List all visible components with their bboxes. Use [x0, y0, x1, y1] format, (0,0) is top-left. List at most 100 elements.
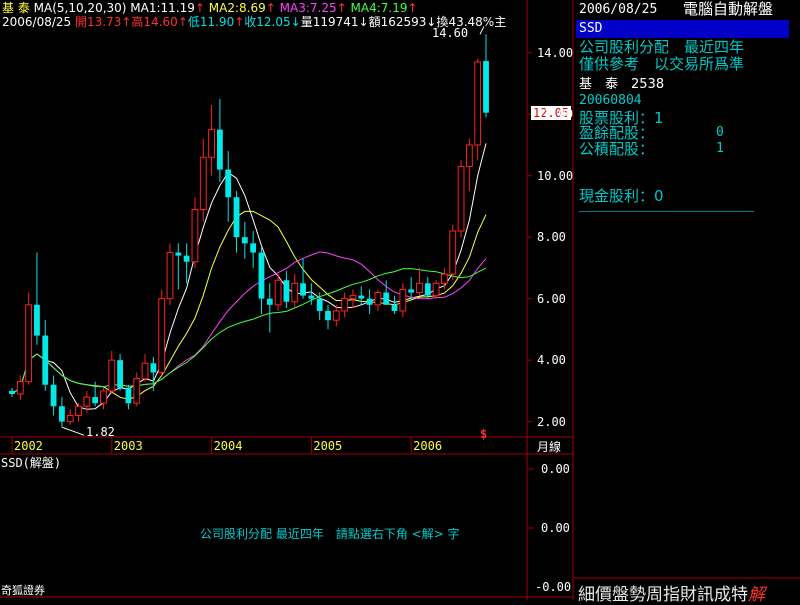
panel-line1: 公司股利分配 最近四年 [579, 38, 745, 56]
candle-body [457, 165, 465, 232]
panel-reserve-value: 1 [716, 141, 724, 156]
candle-body [150, 363, 157, 373]
candle-body [274, 279, 282, 306]
candle-body [416, 282, 423, 294]
y-tick-label: 10.00 [537, 168, 574, 183]
chart-canvas[interactable] [0, 0, 800, 600]
header-tail: 主 [494, 15, 507, 29]
tab-10[interactable]: 解 [748, 585, 765, 605]
ma10-line [11, 210, 487, 400]
ma30-line [11, 267, 487, 395]
tab-8[interactable]: 成 [714, 585, 731, 605]
candle-body [225, 169, 232, 198]
candle-body [358, 295, 365, 299]
candle-body [92, 397, 99, 404]
candle-body [258, 252, 265, 299]
panel-reserve-label: 公積配股： [579, 140, 655, 158]
y-tick-label: 14.00 [537, 45, 574, 60]
tab-9[interactable]: 特 [731, 585, 748, 605]
candle-body [399, 288, 407, 312]
candle-body [474, 61, 482, 146]
candle-body [166, 252, 174, 300]
bottom-tab-bar: 細價盤勢周指財訊成特解 [578, 580, 765, 605]
candle-body [374, 292, 382, 306]
candle-body [108, 359, 116, 392]
panel-code-bar[interactable]: SSD [576, 20, 789, 38]
panel-divider [579, 211, 754, 212]
candle-body [316, 298, 323, 311]
broker-name: 奇狐證券 [1, 584, 45, 597]
candle-body [50, 384, 57, 407]
ma20-line [11, 251, 487, 395]
period-label[interactable]: 月線 [537, 440, 561, 454]
low-value: 低11.90 [187, 15, 235, 29]
y-tick-label: 4.00 [537, 353, 566, 368]
y-tick-label: 8.00 [537, 230, 566, 245]
candle-body [308, 295, 315, 299]
x-tick-label: 2006 [413, 439, 443, 453]
panel-stock: 基 泰 2538 [579, 77, 665, 92]
panel-date: 2006/08/25 [579, 2, 658, 17]
candle-body [291, 282, 299, 303]
candle-body [117, 360, 124, 388]
panel-ref-date: 20060804 [579, 93, 642, 108]
candle-body [199, 156, 207, 211]
candle-body [250, 243, 257, 253]
open-value: 開13.73 [75, 15, 122, 29]
amount-value: 額162593 [368, 15, 427, 29]
max-price-label: 14.60 [432, 26, 469, 40]
tab-5[interactable]: 指 [663, 585, 680, 605]
x-tick-label: 2003 [113, 439, 143, 453]
tab-4[interactable]: 周 [646, 585, 663, 605]
candle-body [141, 362, 149, 380]
candle-body [58, 406, 65, 422]
candle-body [332, 310, 340, 321]
candle-body [66, 414, 74, 423]
lower-tick-label: 0.00 [541, 521, 570, 535]
candle-body [325, 310, 331, 321]
x-tick-label: 2002 [14, 439, 43, 453]
tab-7[interactable]: 訊 [697, 585, 714, 605]
candle-body [42, 335, 49, 385]
lower-pane-title: SSD(解盤) [1, 456, 62, 470]
panel-cash-dividend: 現金股利：0 [579, 187, 664, 205]
candle-body [441, 273, 448, 284]
tab-2[interactable]: 盤 [612, 585, 629, 605]
dividend-marker: $ [480, 427, 488, 441]
min-price-label: 1.82 [86, 425, 115, 439]
ma4-value: MA4:7.19 [350, 1, 408, 15]
candle-body [216, 129, 223, 170]
candle-body [34, 304, 40, 336]
candle-body [300, 283, 306, 296]
candle-body [75, 405, 82, 416]
candle-body [175, 252, 182, 256]
lower-tick-label: 0.00 [541, 462, 570, 476]
candle-body [16, 381, 24, 395]
candle-body [408, 289, 415, 293]
panel-title: 電腦自動解盤 [683, 0, 774, 18]
candle-body [183, 255, 190, 262]
candle-body [83, 396, 91, 407]
ma3-value: MA3:7.25 [279, 1, 337, 15]
close-value: 收12.05 [244, 15, 291, 29]
high-value: 高14.60 [131, 15, 178, 29]
y-tick-label: 6.00 [537, 291, 566, 306]
panel-earnings-value: 0 [716, 125, 724, 140]
tab-1[interactable]: 價 [595, 585, 612, 605]
ma1-value: MA1:11.19 [130, 1, 195, 15]
ma5-line [11, 143, 487, 410]
candle-body [432, 282, 440, 297]
candle-body [266, 298, 273, 305]
y-tick-label: 12.00 [537, 107, 574, 122]
header-line-2: 2006/08/25 開13.73↑高14.60↑低11.90↑收12.05↓量… [2, 15, 507, 29]
stock-name: 基 泰 [2, 1, 30, 15]
candle-body [483, 61, 489, 113]
ma2-value: MA2:8.69 [208, 1, 266, 15]
tab-0[interactable]: 細 [578, 585, 595, 605]
tab-6[interactable]: 財 [680, 585, 697, 605]
candle-body [158, 298, 166, 373]
tab-3[interactable]: 勢 [629, 585, 646, 605]
lower-tick-label: -0.00 [535, 580, 572, 594]
candle-body [233, 197, 240, 238]
candle-body [133, 378, 141, 404]
